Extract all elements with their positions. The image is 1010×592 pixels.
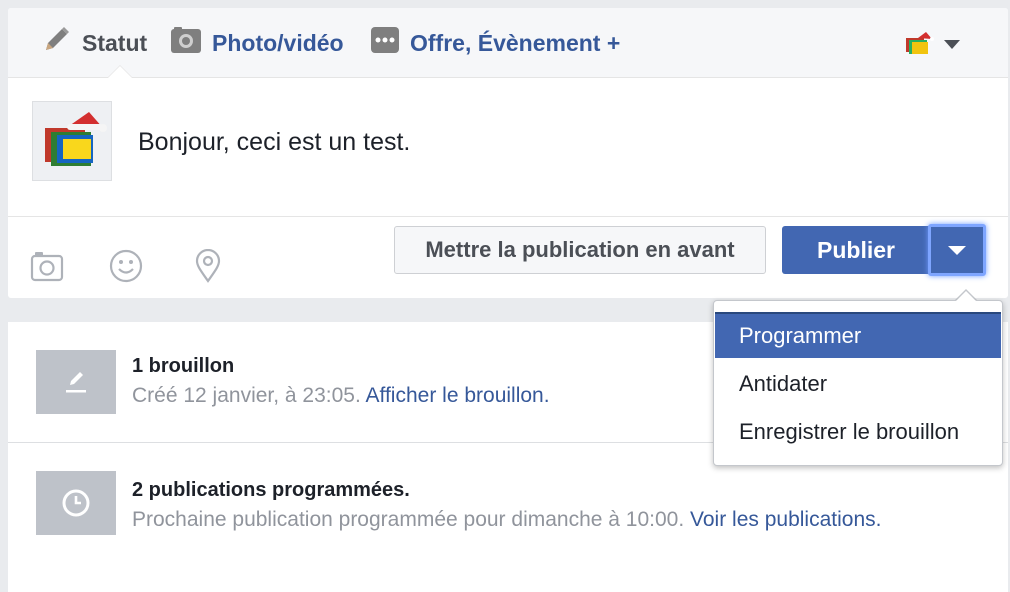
menu-item-schedule[interactable]: Programmer <box>715 312 1001 358</box>
smiley-icon[interactable] <box>109 249 143 283</box>
publish-options-menu: Programmer Antidater Enregistrer le brou… <box>713 300 1003 466</box>
tab-offer-label: Offre, Évènement + <box>410 29 621 56</box>
tab-photo-video[interactable]: Photo/vidéo <box>170 26 344 60</box>
pencil-icon <box>40 24 72 62</box>
more-icon <box>370 26 400 60</box>
chevron-down-icon <box>948 245 966 255</box>
menu-item-save-draft[interactable]: Enregistrer le brouillon <box>715 409 1001 455</box>
drafts-title: 1 brouillon <box>132 355 235 377</box>
clock-icon <box>36 471 116 535</box>
location-pin-icon[interactable] <box>191 248 225 283</box>
publish-button[interactable]: Publier <box>782 226 930 274</box>
drafts-description: Créé 12 janvier, à 23:05. Afficher le br… <box>132 381 550 411</box>
page-switcher[interactable] <box>904 30 960 58</box>
page-logo-icon <box>906 32 934 54</box>
view-scheduled-link[interactable]: Voir les publications. <box>690 508 881 531</box>
boost-post-button[interactable]: Mettre la publication en avant <box>394 226 766 274</box>
scheduled-description: Prochaine publication programmée pour di… <box>132 505 892 535</box>
view-draft-link[interactable]: Afficher le brouillon. <box>366 384 550 407</box>
scheduled-title: 2 publications programmées. <box>132 479 410 501</box>
drafts-created-text: Créé 12 janvier, à 23:05. <box>132 384 361 407</box>
post-text[interactable]: Bonjour, ceci est un test. <box>138 128 410 157</box>
avatar <box>32 101 112 181</box>
camera-icon <box>170 26 202 60</box>
edit-draft-icon <box>36 350 116 414</box>
menu-item-backdate[interactable]: Antidater <box>715 361 1001 407</box>
composer-tabs: Statut Photo/vidéo Offre, Évènement + <box>8 8 1008 78</box>
chevron-down-icon <box>944 39 960 49</box>
tab-status[interactable]: Statut <box>40 26 147 60</box>
publish-options-button[interactable] <box>928 224 986 276</box>
tab-status-label: Statut <box>82 29 148 56</box>
camera-icon[interactable] <box>30 249 64 283</box>
tab-photo-label: Photo/vidéo <box>212 29 344 56</box>
scheduled-next-text: Prochaine publication programmée pour di… <box>132 508 685 531</box>
tab-offer-event[interactable]: Offre, Évènement + <box>370 26 620 60</box>
